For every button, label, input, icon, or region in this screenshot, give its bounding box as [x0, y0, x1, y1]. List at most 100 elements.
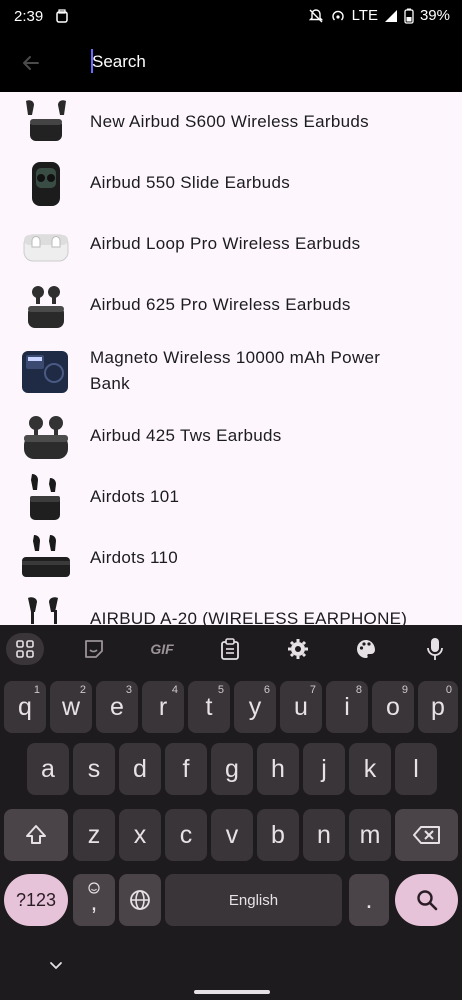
item-label: Airdots 101	[90, 487, 180, 506]
key-m[interactable]: m	[349, 809, 391, 861]
sticker-icon[interactable]	[75, 633, 113, 665]
key-letter: y	[248, 692, 262, 721]
key-hint: 4	[171, 684, 178, 696]
key-letter: o	[386, 692, 400, 721]
list-item[interactable]: Airbud 425 Tws Earbuds	[0, 406, 462, 467]
gesture-nav-handle[interactable]	[194, 990, 270, 994]
key-letter: d	[133, 754, 147, 783]
item-label: AIRBUD A-20 (WIRELESS EARPHONE)	[90, 609, 408, 625]
list-item[interactable]: Airbud 550 Slide Earbuds	[0, 153, 462, 214]
key-o[interactable]: o9	[372, 681, 414, 733]
key-e[interactable]: e3	[96, 681, 138, 733]
key-w[interactable]: w2	[50, 681, 92, 733]
soft-keyboard: GIF q 1 w 2 e 3 r 4 t 5 y 6 u 7 i 8 o 9 …	[0, 625, 462, 1000]
key-letter: t	[205, 692, 213, 721]
key-n[interactable]: n	[303, 809, 345, 861]
key-p[interactable]: p0	[418, 681, 458, 733]
key-hint: 6	[263, 684, 270, 696]
key-g[interactable]: g	[211, 743, 253, 795]
key-hint: 8	[355, 684, 362, 696]
status-icons: LTE 39%	[308, 7, 450, 24]
item-label: New Airbud S600 Wireless Earbuds	[90, 112, 369, 131]
key-z[interactable]: z	[73, 809, 115, 861]
gif-label: GIF	[150, 641, 174, 657]
key-letter: e	[110, 692, 124, 721]
key-c[interactable]: c	[165, 809, 207, 861]
key-letter: i	[344, 692, 350, 721]
emoji-comma-key[interactable]: ,	[73, 874, 115, 926]
key-letter: n	[317, 820, 331, 849]
list-item[interactable]: Magneto Wireless 10000 mAh Power Bank	[0, 336, 462, 406]
key-letter: z	[87, 820, 101, 849]
backspace-key[interactable]	[395, 809, 458, 861]
key-b[interactable]: b	[257, 809, 299, 861]
key-f[interactable]: f	[165, 743, 207, 795]
key-r[interactable]: r4	[142, 681, 184, 733]
gif-button[interactable]: GIF	[143, 633, 181, 665]
network-type: LTE	[351, 7, 378, 24]
key-u[interactable]: u7	[280, 681, 322, 733]
key-hint: 9	[401, 684, 408, 696]
list-item[interactable]: Airbud 625 Pro Wireless Earbuds	[0, 275, 462, 336]
key-v[interactable]: v	[211, 809, 253, 861]
key-letter: m	[359, 820, 381, 849]
hotspot-icon	[331, 10, 344, 20]
key-q[interactable]: q1	[4, 681, 46, 733]
key-i[interactable]: i8	[326, 681, 368, 733]
apps-grid-icon[interactable]	[6, 633, 44, 665]
key-letter: l	[413, 754, 419, 783]
battery-level: 39%	[419, 7, 450, 24]
storage-icon	[56, 9, 68, 23]
list-item[interactable]: AIRBUD A-20 (WIRELESS EARPHONE)	[0, 589, 462, 625]
list-item[interactable]: Airbud Loop Pro Wireless Earbuds	[0, 214, 462, 275]
key-l[interactable]: l	[395, 743, 437, 795]
earbuds-white-case-icon	[23, 234, 69, 262]
key-j[interactable]: j	[303, 743, 345, 795]
symbols-label: ?123	[15, 889, 57, 910]
key-h[interactable]: h	[257, 743, 299, 795]
space-key[interactable]: English	[165, 874, 342, 926]
microphone-icon[interactable]	[416, 633, 454, 665]
item-label: Airbud 625 Pro Wireless Earbuds	[90, 295, 351, 314]
key-letter: r	[158, 692, 168, 721]
key-letter: g	[225, 754, 239, 783]
key-y[interactable]: y6	[234, 681, 276, 733]
clipboard-icon[interactable]	[211, 633, 249, 665]
back-arrow-icon[interactable]	[16, 48, 46, 78]
key-s[interactable]: s	[73, 743, 115, 795]
settings-gear-icon[interactable]	[279, 633, 317, 665]
key-hint: 3	[125, 684, 132, 696]
period-label: .	[365, 885, 373, 914]
shift-key[interactable]	[4, 809, 68, 861]
symbols-key[interactable]: ?123	[4, 874, 68, 926]
status-time: 2:39	[14, 8, 44, 25]
language-key[interactable]	[119, 874, 161, 926]
status-bar: 2:39 LTE 39%	[0, 0, 462, 34]
period-key[interactable]: .	[349, 874, 389, 926]
key-a[interactable]: a	[27, 743, 69, 795]
key-letter: f	[182, 754, 190, 783]
key-d[interactable]: d	[119, 743, 161, 795]
search-icon	[416, 890, 437, 911]
key-letter: x	[133, 820, 147, 849]
earbuds-black-case-icon	[24, 416, 68, 459]
list-item[interactable]: Airdots 101	[0, 467, 462, 528]
key-k[interactable]: k	[349, 743, 391, 795]
do-not-disturb-off-icon	[308, 8, 323, 22]
list-item[interactable]: Airdots 110	[0, 528, 462, 589]
key-hint: 2	[79, 684, 86, 696]
hide-keyboard-chevron-icon[interactable]	[48, 958, 64, 974]
key-hint: 5	[217, 684, 224, 696]
key-letter: w	[61, 692, 81, 721]
key-t[interactable]: t5	[188, 681, 230, 733]
list-item[interactable]: New Airbud S600 Wireless Earbuds	[0, 92, 462, 153]
battery-icon	[404, 8, 414, 24]
search-key[interactable]	[395, 874, 458, 926]
palette-icon[interactable]	[347, 633, 385, 665]
key-letter: p	[431, 692, 445, 721]
earbuds-black-case-icon	[22, 535, 70, 577]
comma-label: ,	[90, 889, 98, 916]
search-app-bar	[0, 34, 462, 92]
search-input[interactable]	[92, 48, 422, 76]
key-x[interactable]: x	[119, 809, 161, 861]
